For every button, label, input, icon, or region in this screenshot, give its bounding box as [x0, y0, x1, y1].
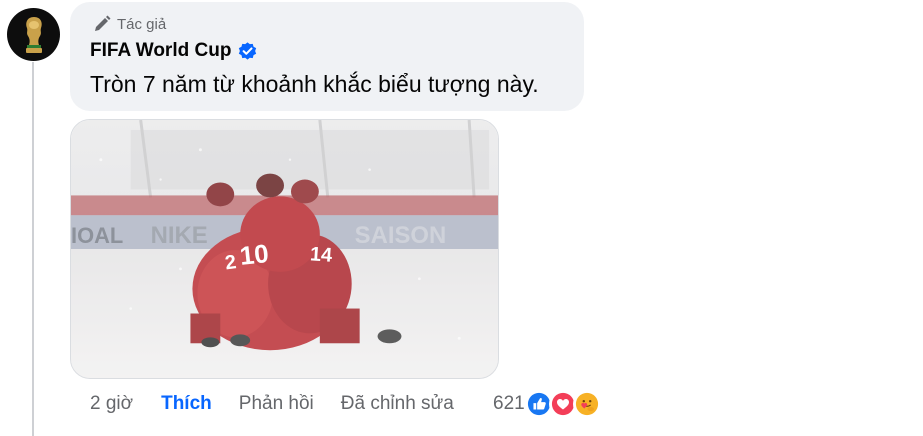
author-name[interactable]: FIFA World Cup	[90, 40, 231, 62]
comment-photo[interactable]: IOAL NIKE SAISON 2 10 14	[70, 119, 499, 379]
edited-label[interactable]: Đã chỉnh sửa	[341, 393, 454, 415]
pencil-icon	[95, 15, 111, 31]
comment-bubble: Tác giả FIFA World Cup Tròn 7 năm từ kho…	[70, 2, 584, 111]
reaction-count[interactable]: 621	[493, 393, 525, 415]
author-badge: Tác giả	[92, 14, 166, 34]
avatar[interactable]	[7, 8, 60, 61]
verified-badge-icon	[239, 41, 257, 60]
snow-celebration-photo: IOAL NIKE SAISON 2 10 14	[71, 120, 498, 378]
like-button[interactable]: Thích	[161, 393, 212, 415]
reactions-summary[interactable]: 621	[493, 388, 601, 420]
comment-text: Tròn 7 năm từ khoảnh khắc biểu tượng này…	[90, 71, 539, 97]
fifa-trophy-logo-icon	[25, 16, 42, 53]
author-name-link[interactable]: FIFA World Cup	[90, 40, 258, 62]
author-badge-label: Tác giả	[117, 15, 167, 33]
reply-button[interactable]: Phản hồi	[239, 393, 314, 415]
thread-line	[32, 62, 34, 436]
comment-timestamp[interactable]: 2 giờ	[90, 393, 133, 415]
comment-actions: 2 giờ Thích Phản hồi Đã chỉnh sửa	[90, 392, 454, 416]
care-reaction-icon	[572, 390, 601, 418]
